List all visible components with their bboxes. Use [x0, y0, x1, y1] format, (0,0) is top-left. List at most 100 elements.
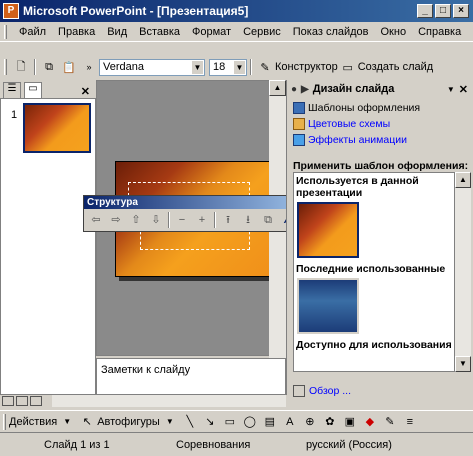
- status-language: русский (Россия): [306, 438, 392, 451]
- scroll-up-icon[interactable]: ▲: [455, 172, 471, 188]
- toolbar-grip[interactable]: [4, 24, 7, 39]
- select-objects-icon[interactable]: ↖: [79, 414, 95, 430]
- slide-sorter-icon[interactable]: [16, 396, 28, 406]
- menu-slideshow[interactable]: Показ слайдов: [287, 26, 375, 38]
- template-thumbnail-used[interactable]: [297, 202, 359, 258]
- overflow-chevron-icon[interactable]: »: [81, 59, 97, 75]
- autoshapes-menu[interactable]: Автофигуры: [97, 416, 160, 428]
- font-name-value: Verdana: [103, 61, 144, 73]
- toolbar-separator: [214, 212, 216, 228]
- toolbar-grip[interactable]: [4, 59, 7, 75]
- back-icon[interactable]: ●: [291, 84, 297, 95]
- close-icon[interactable]: ✕: [81, 85, 90, 98]
- drawing-toolbar: Действия ▼ ↖ Автофигуры ▼ ╲ ↘ ▭ ◯ ▤ A ⊕ …: [0, 410, 473, 432]
- paste-icon[interactable]: 📋: [61, 59, 77, 75]
- line-style-icon[interactable]: ≡: [402, 414, 418, 430]
- notes-pane[interactable]: Заметки к слайду: [96, 358, 286, 395]
- link-animation-schemes[interactable]: Эффекты анимации: [287, 132, 473, 148]
- new-slide-button[interactable]: Создать слайд: [358, 61, 433, 73]
- editor-horizontal-scrollbar[interactable]: [52, 395, 286, 407]
- designer-icon[interactable]: ✎: [257, 59, 273, 75]
- template-thumbnail-recent[interactable]: [297, 278, 359, 334]
- task-pane-scrollbar[interactable]: ▲ ▼: [455, 172, 471, 372]
- move-up-icon[interactable]: ⇧: [126, 211, 146, 229]
- wordart-icon[interactable]: A: [282, 414, 298, 430]
- font-name-select[interactable]: Verdana ▼: [99, 58, 205, 76]
- forward-icon[interactable]: ▶: [301, 84, 309, 95]
- link-color-schemes[interactable]: Цветовые схемы: [287, 116, 473, 132]
- design-templates-icon: [293, 102, 305, 114]
- maximize-button[interactable]: □: [435, 4, 451, 18]
- color-schemes-icon: [293, 118, 305, 130]
- slideshow-icon[interactable]: [30, 396, 42, 406]
- diagram-icon[interactable]: ⊕: [302, 414, 318, 430]
- fill-color-icon[interactable]: ◆: [362, 414, 378, 430]
- menu-tools[interactable]: Сервис: [237, 26, 287, 38]
- chevron-down-icon[interactable]: ▼: [234, 60, 245, 74]
- menu-file[interactable]: Файл: [13, 26, 52, 38]
- move-down-icon[interactable]: ⇩: [146, 211, 166, 229]
- editor-vertical-scrollbar[interactable]: ▲ ▼: [269, 80, 286, 395]
- clipart-icon[interactable]: ✿: [322, 414, 338, 430]
- close-button[interactable]: ×: [453, 4, 469, 18]
- chevron-down-icon[interactable]: ▼: [192, 60, 203, 74]
- copy-icon[interactable]: ⧉: [41, 59, 57, 75]
- slide-number: 1: [11, 109, 18, 121]
- summary-slide-icon[interactable]: ⧉: [258, 211, 278, 229]
- minimize-button[interactable]: _: [417, 4, 433, 18]
- tab-slides[interactable]: ▭: [24, 82, 42, 98]
- actions-menu[interactable]: Действия: [9, 416, 57, 428]
- browse-icon: [293, 385, 305, 397]
- textbox-icon[interactable]: ▤: [262, 414, 278, 430]
- animation-schemes-icon: [293, 134, 305, 146]
- toolbar-grip[interactable]: [3, 413, 6, 430]
- line-color-icon[interactable]: ✎: [382, 414, 398, 430]
- expand-all-icon[interactable]: ⭳: [238, 211, 258, 229]
- menu-edit[interactable]: Правка: [52, 26, 101, 38]
- slide-thumbnail[interactable]: [23, 103, 91, 153]
- slides-list: 1: [0, 98, 96, 395]
- chevron-down-icon[interactable]: ▼: [59, 414, 75, 430]
- normal-view-icon[interactable]: [2, 396, 14, 406]
- menu-format[interactable]: Формат: [186, 26, 237, 38]
- line-icon[interactable]: ╲: [182, 414, 198, 430]
- powerpoint-icon[interactable]: P: [3, 3, 19, 19]
- toolbar-separator: [168, 212, 170, 228]
- chevron-down-icon[interactable]: ▼: [447, 85, 455, 94]
- new-slide-icon[interactable]: ▭: [340, 59, 356, 75]
- picture-icon[interactable]: ▣: [342, 414, 358, 430]
- menu-insert[interactable]: Вставка: [133, 26, 186, 38]
- link-design-templates[interactable]: Шаблоны оформления: [287, 100, 473, 116]
- promote-icon[interactable]: ⇦: [86, 211, 106, 229]
- designer-button[interactable]: Конструктор: [275, 61, 338, 73]
- oval-icon[interactable]: ◯: [242, 414, 258, 430]
- templates-list: Используется в данной презентации Послед…: [293, 172, 455, 372]
- task-pane-title: Дизайн слайда: [312, 83, 395, 95]
- group-used: Используется в данной презентации: [296, 175, 419, 199]
- outline-toolbar-title: Структура: [87, 197, 138, 208]
- task-pane: ● ▶ Дизайн слайда ▼ ✕ Шаблоны оформления…: [286, 80, 473, 397]
- new-document-icon[interactable]: 🗋: [13, 59, 29, 75]
- menu-help[interactable]: Справка: [412, 26, 467, 38]
- menu-view[interactable]: Вид: [101, 26, 133, 38]
- group-recent: Последние использованные: [296, 263, 446, 275]
- browse-link[interactable]: Обзор ...: [293, 385, 351, 397]
- slides-pane: ☰ ▭ ✕ 1: [0, 80, 96, 395]
- font-size-select[interactable]: 18 ▼: [209, 58, 247, 76]
- menu-window[interactable]: Окно: [375, 26, 413, 38]
- group-available: Доступно для использования: [296, 339, 452, 351]
- notes-placeholder: Заметки к слайду: [101, 364, 191, 376]
- scroll-up-icon[interactable]: ▲: [269, 80, 286, 96]
- tab-outline[interactable]: ☰: [3, 82, 21, 98]
- expand-icon[interactable]: +: [192, 211, 212, 229]
- collapse-icon[interactable]: −: [172, 211, 192, 229]
- rectangle-icon[interactable]: ▭: [222, 414, 238, 430]
- arrow-icon[interactable]: ↘: [202, 414, 218, 430]
- chevron-down-icon[interactable]: ▼: [162, 414, 178, 430]
- toolbar-separator: [34, 59, 36, 75]
- demote-icon[interactable]: ⇨: [106, 211, 126, 229]
- collapse-all-icon[interactable]: ⭱: [218, 211, 238, 229]
- title-placeholder[interactable]: [128, 182, 250, 196]
- close-icon[interactable]: ✕: [459, 83, 468, 96]
- scroll-down-icon[interactable]: ▼: [455, 356, 471, 372]
